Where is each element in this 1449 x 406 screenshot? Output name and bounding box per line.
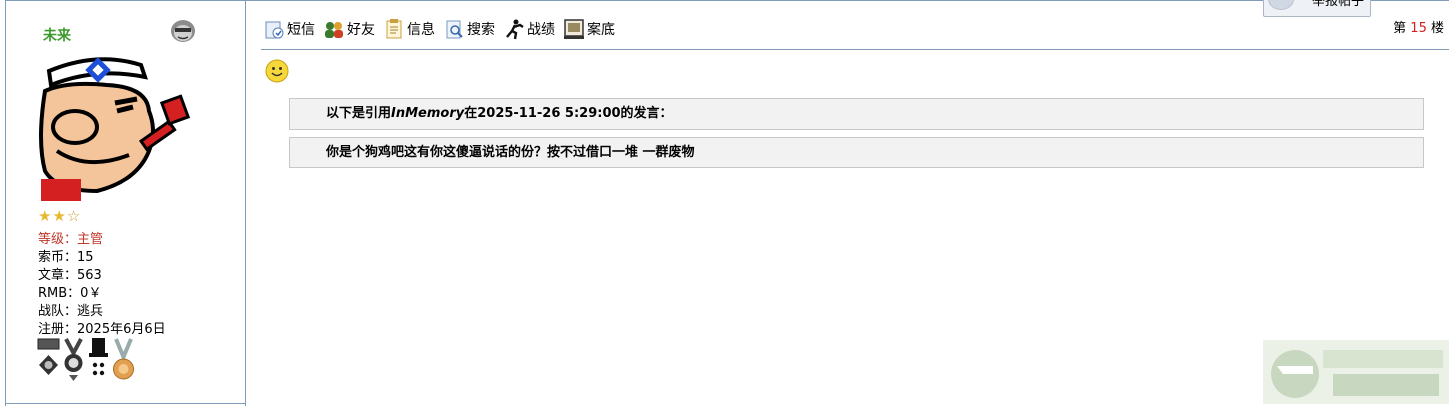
- user-coins: 索币：15: [38, 250, 94, 265]
- quote-author[interactable]: InMemory: [391, 106, 464, 121]
- toolbar-info[interactable]: 信息: [383, 18, 435, 40]
- avatar: [39, 57, 191, 201]
- floor-value: 15: [1410, 21, 1427, 36]
- friends-icon: [325, 22, 343, 38]
- toolbar-label: 搜索: [467, 22, 495, 38]
- file-icon: [564, 19, 584, 39]
- post-table: 未来 ★ ★ ☆ 等级：主管 索币：15 文章：563 RMB：0￥ 战队：逃兵…: [5, 0, 1449, 406]
- floor-suffix: 楼: [1430, 21, 1444, 36]
- medal-badge-icon: [64, 338, 83, 381]
- user-info: 等级：主管 索币：15 文章：563 RMB：0￥ 战队：逃兵 注册：2025年…: [38, 231, 166, 339]
- medals: [37, 337, 135, 383]
- toolbar-message[interactable]: 短信: [263, 18, 315, 40]
- toolbar-label: 短信: [287, 22, 315, 38]
- quote-header: 以下是引用InMemory在2025-11-26 5:29:00的发言：: [289, 98, 1424, 130]
- star-filled-icon: ★: [38, 207, 52, 225]
- message-icon: [265, 21, 284, 39]
- user-rmb: RMB：0￥: [38, 286, 102, 301]
- rank-stars: ★ ★ ☆: [38, 207, 80, 225]
- toolbar-label: 战绩: [527, 22, 555, 38]
- toolbar-label: 好友: [347, 22, 375, 38]
- quote-prefix: 以下是引用: [326, 106, 392, 121]
- medal-hat-icon: [89, 338, 108, 376]
- medal-bronze-icon: [113, 338, 134, 380]
- record-icon: [506, 19, 524, 40]
- report-post-button[interactable]: 举报帖子: [1263, 0, 1371, 17]
- username[interactable]: 未来: [43, 25, 71, 45]
- post-content: 短信 好友 信息 搜索 战绩 案底 举报帖子 第 15 楼 以下是引用InMem…: [247, 0, 1449, 406]
- quote-meta: 在2025-11-26 5:29:00的发言：: [464, 106, 673, 121]
- medal-cross-icon: [37, 338, 60, 375]
- toolbar-file[interactable]: 案底: [563, 18, 615, 40]
- info-icon: [386, 19, 402, 39]
- toolbar-divider: [261, 49, 1449, 50]
- quote-text: 你是个狗鸡吧这有你这傻逼说话的份？按不过借口一堆 一群废物: [326, 145, 695, 160]
- report-label: 举报帖子: [1311, 0, 1364, 9]
- star-empty-icon: ☆: [66, 207, 81, 225]
- author-panel: 未来 ★ ★ ☆ 等级：主管 索币：15 文章：563 RMB：0￥ 战队：逃兵…: [6, 1, 246, 406]
- search-icon: [446, 20, 463, 39]
- post-toolbar: 短信 好友 信息 搜索 战绩 案底: [263, 18, 615, 40]
- star-filled-icon: ★: [52, 207, 66, 225]
- quote-body: 你是个狗鸡吧这有你这傻逼说话的份？按不过借口一堆 一群废物: [289, 137, 1424, 168]
- site-logo-watermark: [1263, 340, 1449, 404]
- toolbar-label: 案底: [587, 22, 615, 38]
- user-team: 战队：逃兵: [38, 304, 104, 319]
- toolbar-label: 信息: [407, 22, 435, 38]
- floor-number: 第 15 楼: [1393, 17, 1444, 36]
- toolbar-friends[interactable]: 好友: [323, 18, 375, 40]
- smiley-icon: [265, 59, 289, 83]
- floor-prefix: 第: [1393, 21, 1407, 36]
- online-status-icon: [171, 20, 195, 42]
- user-level: 等级：主管: [38, 232, 104, 247]
- bottom-border: [6, 403, 246, 404]
- user-posts: 文章：563: [38, 268, 102, 283]
- report-icon: [1268, 0, 1294, 10]
- toolbar-record[interactable]: 战绩: [503, 18, 555, 40]
- toolbar-search[interactable]: 搜索: [443, 18, 495, 40]
